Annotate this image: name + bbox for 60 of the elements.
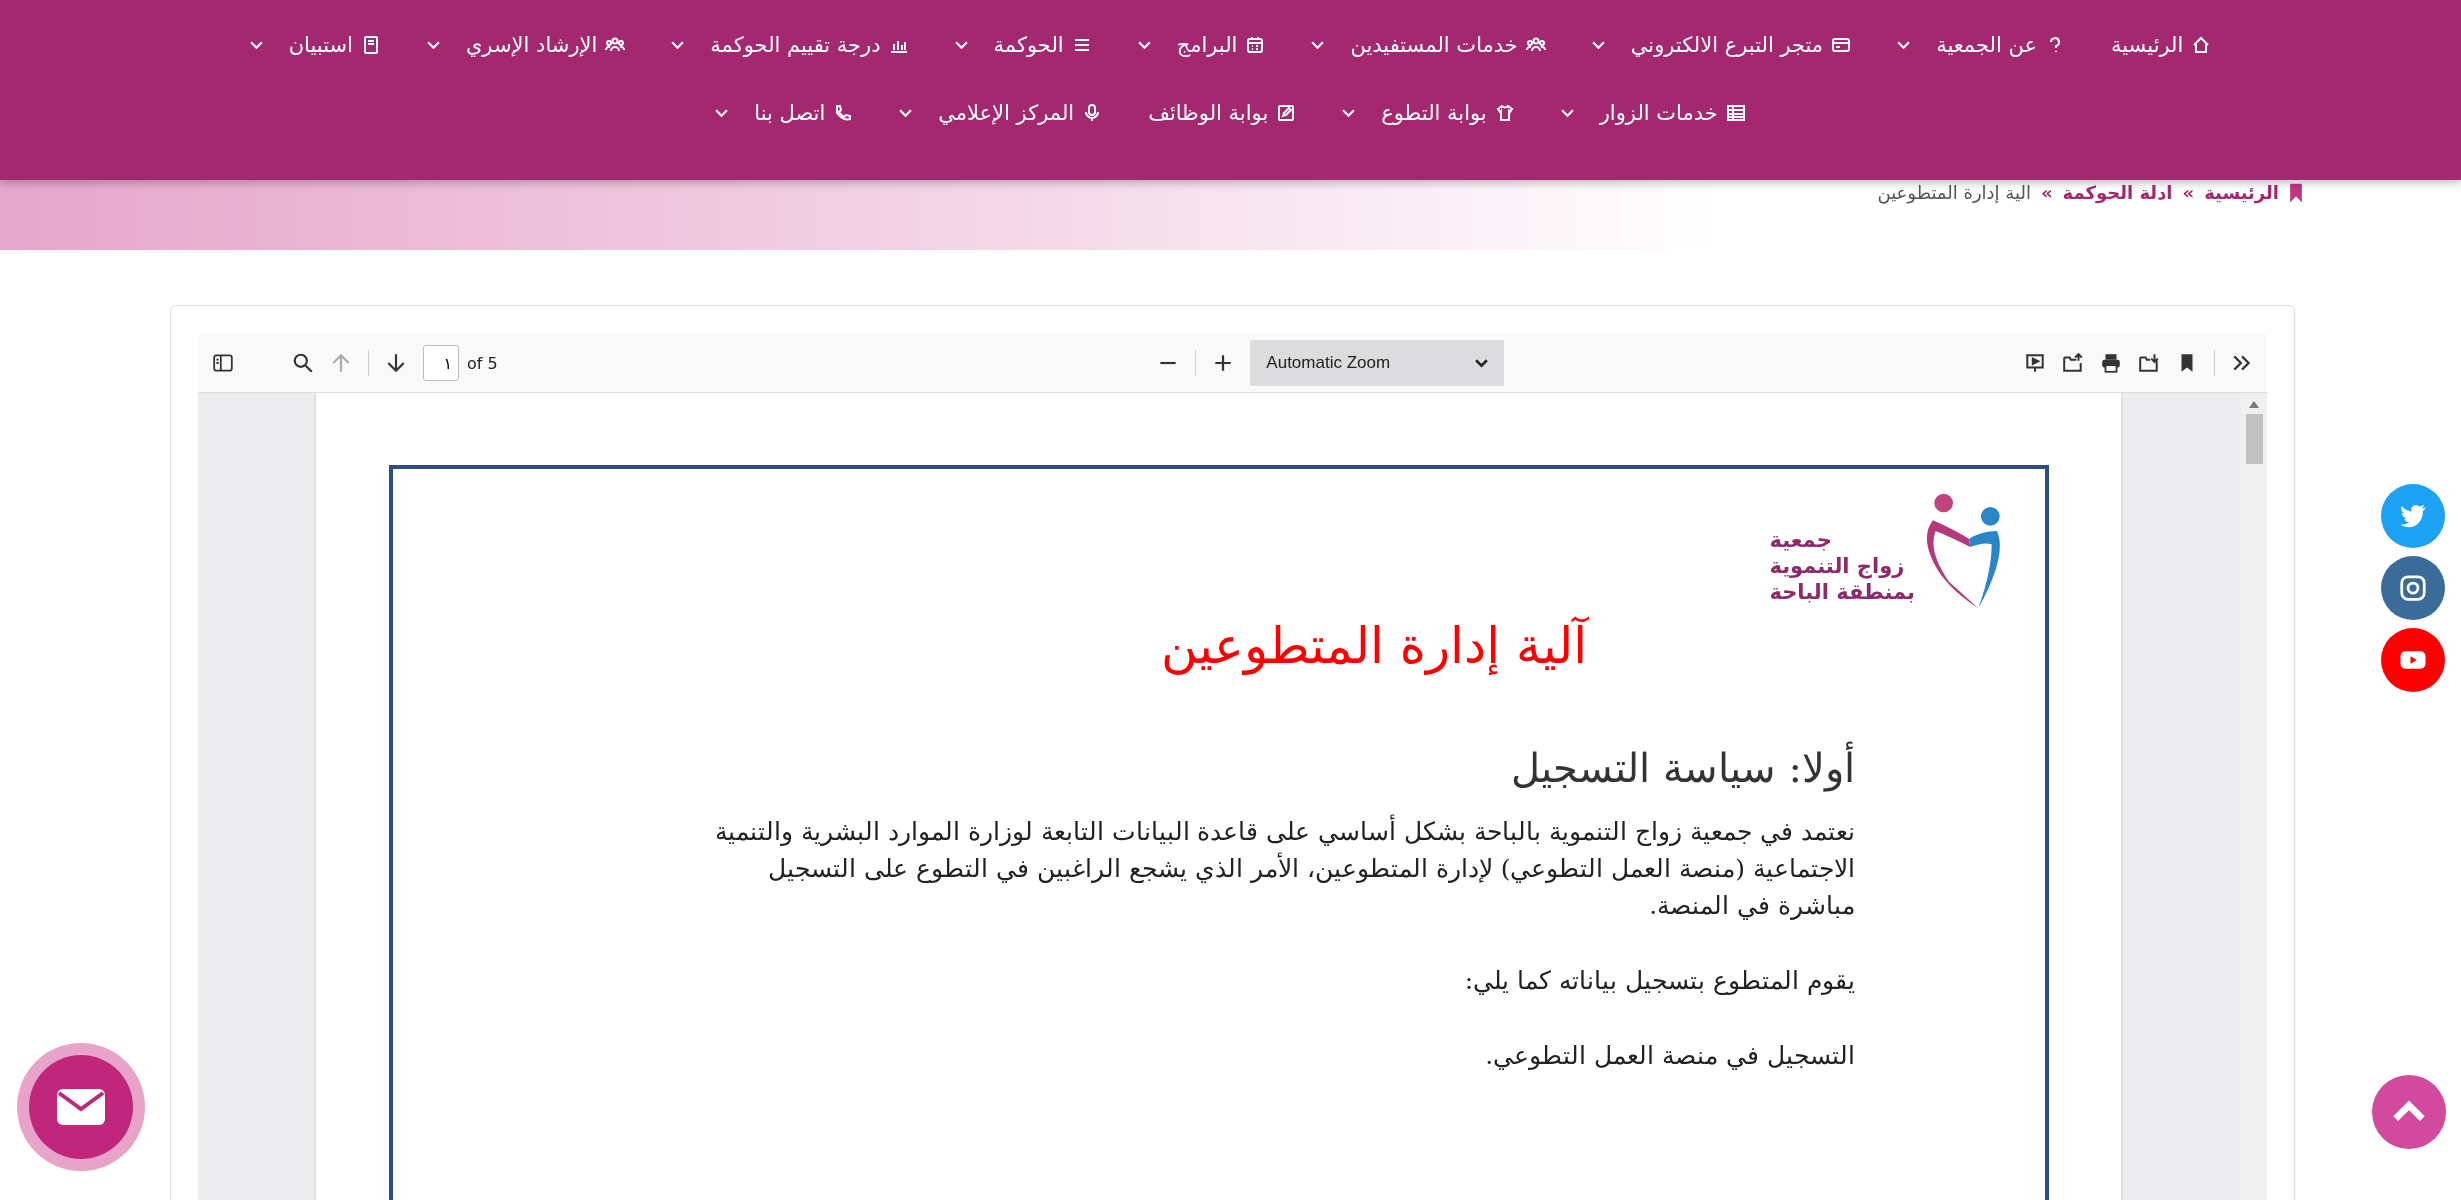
nav-item[interactable]: الرئيسية [2111,28,2212,62]
page-count: of 5 [467,353,498,373]
edit-icon [1276,103,1297,123]
breadcrumb-separator: » [2182,182,2195,203]
caret-icon [1342,108,1356,118]
sidebar-toggle-icon[interactable] [212,352,234,374]
caret-icon [1137,40,1151,50]
breadcrumb-link[interactable]: الرئيسية [2204,182,2279,203]
caret-icon [1475,358,1489,368]
paragraph: يقوم المتطوع بتسجيل بياناته كما يلي: [1463,965,1855,997]
nav-item[interactable]: البرامج [1137,28,1266,62]
logo-text: جمعية [1769,527,1832,553]
shirt-icon [1494,103,1515,123]
calendar-icon [1245,35,1266,55]
logo-text: زواج التنموية [1769,553,1905,579]
zoom-select[interactable]: Automatic Zoom [1250,340,1505,386]
message-button[interactable] [29,1055,133,1159]
nav-item[interactable]: خدمات المستفيدين [1311,28,1546,62]
caret-icon [715,108,729,118]
bookmark-icon [2289,182,2303,203]
nav-item[interactable]: الحوكمة [954,28,1092,62]
caret-icon [1897,40,1911,50]
nav-item[interactable]: الإرشاد الإسري [426,28,626,62]
caret-icon [954,40,968,50]
breadcrumb-separator: » [2040,182,2053,203]
download-icon[interactable] [2138,352,2160,374]
nav-item[interactable]: درجة تقييم الحوكمة [671,28,909,62]
search-icon[interactable] [292,352,314,374]
card-icon [1831,35,1852,55]
phone-icon [833,103,854,123]
nav-item[interactable]: عن الجمعية [1897,28,2065,62]
camera-icon [2398,573,2428,603]
breadcrumb-link[interactable]: ادلة الحوكمة [2062,182,2173,203]
scrollbar-thumb[interactable] [2245,414,2263,464]
paragraph: التسجيل في منصة العمل التطوعي. [1484,1040,1855,1072]
caret-icon [1560,108,1574,118]
caret-icon [671,40,685,50]
down-arrow-icon[interactable] [385,352,407,374]
paragraph: نعتمد في جمعية زواج التنموية بالباحة بشكل أساسي على قاعدة البيانات التابعة لوزارة الموارد البشرية والتنمية الاجتماعية (منصة العمل التطوعي) لإدارة المتطوعين، الأمر الذي يشجع الراغبين في التطوع على التسجيل مباشرة في المنصة. [693,813,1855,924]
print-icon[interactable] [2100,352,2122,374]
presentation-icon[interactable] [2024,352,2046,374]
caret-icon [426,40,440,50]
nav-item[interactable]: بوابة التطوع [1342,96,1515,130]
nav-item[interactable]: خدمات الزوار [1560,96,1746,130]
nav-item[interactable]: متجر التبرع الالكتروني [1591,28,1852,62]
page-number-field[interactable]: ١ [423,345,459,381]
nav-item[interactable]: المركز الإعلامي [899,96,1103,130]
table-icon [1725,103,1746,123]
nav-item[interactable]: استبيان [249,28,381,62]
breadcrumb-current: الية إدارة المتطوعين [1877,182,2031,203]
caret-icon [1311,40,1325,50]
caret-icon [1591,40,1605,50]
envelope-icon [57,1089,105,1125]
document-title: آلية إدارة المتطوعين [1159,617,1590,675]
caret-icon [899,108,913,118]
logo-text: بمنطقة الباحة [1769,579,1915,605]
open-file-icon[interactable] [2062,352,2084,374]
nav-item[interactable]: اتصل بنا [715,96,854,130]
caret-icon [249,40,263,50]
nav-item[interactable]: بوابة الوظائف [1148,96,1297,130]
